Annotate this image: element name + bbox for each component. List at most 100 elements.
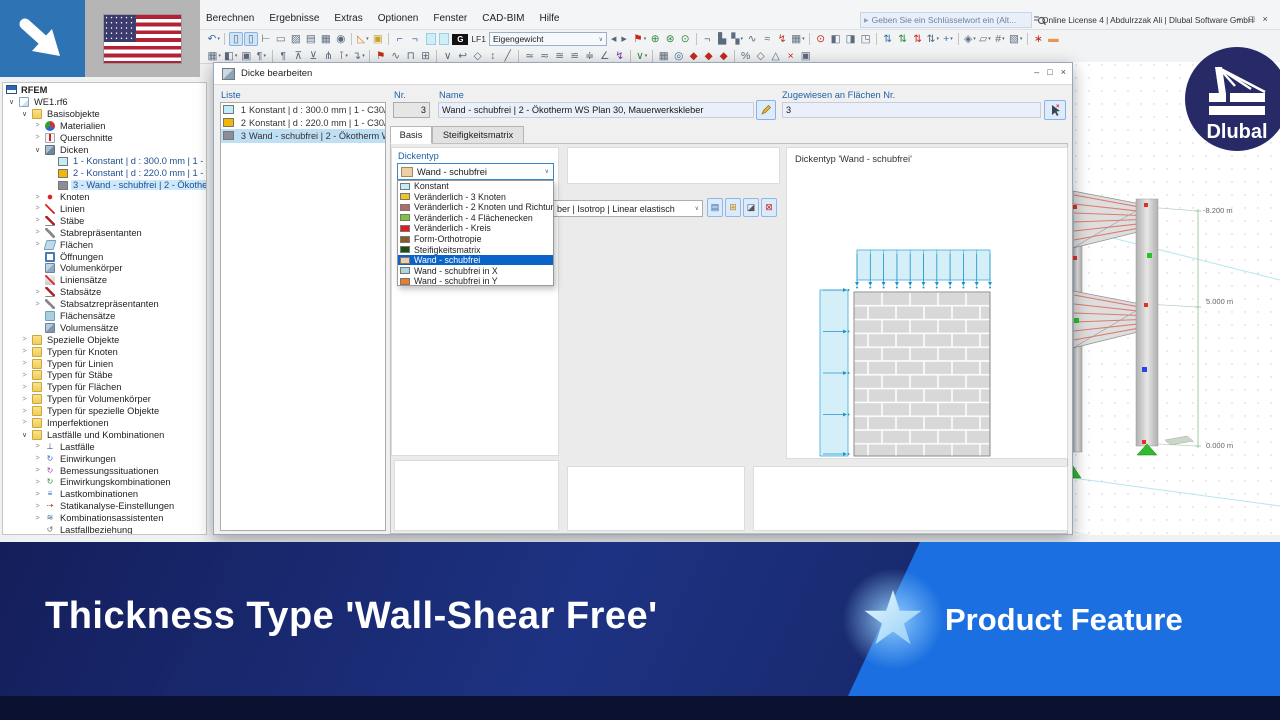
toolbar-button[interactable]: ◆ [702, 49, 716, 63]
toolbar-button[interactable]: ∿ [745, 32, 759, 46]
dropdown-option[interactable]: Wand - schubfrei [398, 255, 553, 266]
tree-item[interactable]: ∨WE1.rf6 [3, 96, 206, 108]
toolbar-button[interactable]: ⊺▾ [336, 49, 350, 63]
toolbar-button[interactable]: ▯ [229, 32, 243, 46]
menu-item[interactable]: Optionen [378, 13, 419, 24]
tree-item[interactable]: >Typen für spezielle Objekte [3, 405, 206, 417]
toolbar-button[interactable]: ⇅ [896, 32, 910, 46]
toolbar-button[interactable]: ⚑ [374, 49, 388, 63]
tree-item[interactable]: 1 - Konstant | d : 300.0 mm | 1 - C30/37 [3, 155, 206, 167]
toolbar-button[interactable]: ▙ [715, 32, 729, 46]
chevron-icon[interactable]: > [20, 348, 29, 355]
toolbar-button[interactable]: ↕ [486, 49, 500, 63]
toolbar-button[interactable]: ¶ [276, 49, 290, 63]
toolbar-button[interactable]: ¬ [408, 32, 422, 46]
search-input[interactable]: ▶ Geben Sie ein Schlüsselwort ein (Alt..… [860, 12, 1032, 28]
toolbar-button[interactable]: ◈▾ [963, 32, 977, 46]
tree-item[interactable]: >Typen für Flächen [3, 381, 206, 393]
tree-item[interactable]: >↻Einwirkungskombinationen [3, 477, 206, 489]
load-case-combobox[interactable]: Eigengewicht ∨ [489, 32, 607, 46]
tree-item[interactable]: >Stäbe [3, 215, 206, 227]
chevron-icon[interactable]: ∨ [33, 146, 42, 154]
toolbar-button[interactable]: ↶▾ [207, 32, 221, 46]
toolbar-button[interactable]: ▬ [1046, 32, 1060, 46]
tree-item[interactable]: >Imperfektionen [3, 417, 206, 429]
chevron-icon[interactable]: > [33, 491, 42, 498]
toolbar-button[interactable]: ⊓ [404, 49, 418, 63]
chevron-icon[interactable]: > [33, 479, 42, 486]
toolbar-button[interactable]: ▦ [319, 32, 333, 46]
thickness-list-item[interactable]: 3Wand - schubfrei | 2 - Ökotherm WS Plan [221, 129, 385, 142]
dialog-titlebar[interactable]: Dicke bearbeiten [214, 63, 1072, 85]
chevron-icon[interactable]: > [33, 217, 42, 224]
toolbar-button[interactable]: ⊙ [678, 32, 692, 46]
toolbar-button[interactable]: ◎ [672, 49, 686, 63]
tree-item[interactable]: ∨Dicken [3, 144, 206, 156]
chevron-icon[interactable]: ∨ [20, 431, 29, 439]
toolbar-button[interactable]: ╱ [501, 49, 515, 63]
toolbar-button[interactable]: #▾ [993, 32, 1007, 46]
chevron-icon[interactable]: > [33, 443, 42, 450]
tree-item[interactable]: Liniensätze [3, 274, 206, 286]
toolbar-button[interactable]: % [739, 49, 753, 63]
toolbar-button[interactable]: ⊙ [814, 32, 828, 46]
menu-item[interactable]: Fenster [433, 13, 467, 24]
toolbar-button[interactable]: ▭ [274, 32, 288, 46]
toolbar-button[interactable]: ≅ [553, 49, 567, 63]
toolbar-button[interactable]: ▣ [799, 49, 813, 63]
tree-item[interactable]: ∨Lastfälle und Kombinationen [3, 429, 206, 441]
toolbar-button[interactable]: ▦▾ [207, 49, 222, 63]
toolbar-button[interactable]: ⚑▾ [632, 32, 647, 46]
tab-steifigkeitsmatrix[interactable]: Steifigkeitsmatrix [432, 126, 524, 144]
tree-item[interactable]: >Typen für Linien [3, 358, 206, 370]
toolbar-button[interactable]: ◇ [754, 49, 768, 63]
tree-item[interactable]: Flächensätze [3, 310, 206, 322]
close-button[interactable]: × [1262, 14, 1267, 24]
tree-item[interactable]: >≡Lastkombinationen [3, 488, 206, 500]
edit-material-button[interactable]: ◪ [743, 198, 759, 217]
dropdown-option[interactable]: Steifigkeitsmatrix [398, 244, 553, 255]
dialog-minimize-button[interactable]: – [1034, 67, 1039, 77]
toolbar-button[interactable]: ↴▾ [351, 49, 365, 63]
toolbar-button[interactable]: ◇ [471, 49, 485, 63]
toolbar-button[interactable]: ▚▾ [730, 32, 744, 46]
toolbar-button[interactable]: ↩ [456, 49, 470, 63]
chevron-icon[interactable]: > [20, 360, 29, 367]
toolbar-button[interactable]: ⊞ [419, 49, 433, 63]
toolbar-button[interactable]: ◆ [717, 49, 731, 63]
tree-item[interactable]: >Typen für Stäbe [3, 369, 206, 381]
name-field[interactable]: Wand - schubfrei | 2 - Ökotherm WS Plan … [438, 102, 754, 118]
toolbar-button[interactable]: ⊻ [306, 49, 320, 63]
toolbar-button[interactable]: ⋔ [321, 49, 335, 63]
minimize-button[interactable]: – [1236, 14, 1241, 24]
tree-item[interactable]: >≋Kombinationsassistenten [3, 512, 206, 524]
tree-item[interactable]: >Materialien [3, 120, 206, 132]
thickness-list-item[interactable]: 1Konstant | d : 300.0 mm | 1 - C30/37 [221, 103, 385, 116]
tree-item[interactable]: >↻Bemessungssituationen [3, 465, 206, 477]
tree-item[interactable]: >Spezielle Objekte [3, 334, 206, 346]
chevron-icon[interactable]: > [33, 229, 42, 236]
toolbar-button[interactable]: ◉ [334, 32, 348, 46]
toolbar-button[interactable]: ≌ [568, 49, 582, 63]
chevron-icon[interactable]: > [20, 384, 29, 391]
tree-item[interactable]: 3 - Wand - schubfrei | 2 - Ökotherm WS P [3, 179, 206, 191]
dropdown-option[interactable]: Veränderlich - 2 Knoten und Richtung [398, 202, 553, 213]
navigator-root[interactable]: RFEM [3, 83, 206, 96]
toolbar-button[interactable]: ▣ [239, 49, 253, 63]
tree-item[interactable]: >⇢Statikanalyse-Einstellungen [3, 500, 206, 512]
tree-item[interactable]: ↺Lastfallbeziehung [3, 524, 206, 535]
chevron-icon[interactable]: > [33, 515, 42, 522]
chevron-icon[interactable]: > [20, 396, 29, 403]
dropdown-option[interactable]: Wand - schubfrei in X [398, 265, 553, 276]
toolbar-button[interactable]: ∨ [441, 49, 455, 63]
toolbar-button[interactable]: ◧ [829, 32, 843, 46]
toolbar-button[interactable]: ▱▾ [978, 32, 992, 46]
tree-item[interactable]: >↻Einwirkungen [3, 453, 206, 465]
toolbar-button[interactable]: ⇅▾ [926, 32, 940, 46]
toolbar-button[interactable]: ∠ [598, 49, 612, 63]
chevron-icon[interactable]: > [20, 419, 29, 426]
toolbar-button[interactable]: △ [769, 49, 783, 63]
select-surfaces-button[interactable]: × [1044, 100, 1066, 120]
assigned-surfaces-field[interactable]: 3 [782, 102, 1041, 118]
toolbar-button[interactable]: ▦ [657, 49, 671, 63]
